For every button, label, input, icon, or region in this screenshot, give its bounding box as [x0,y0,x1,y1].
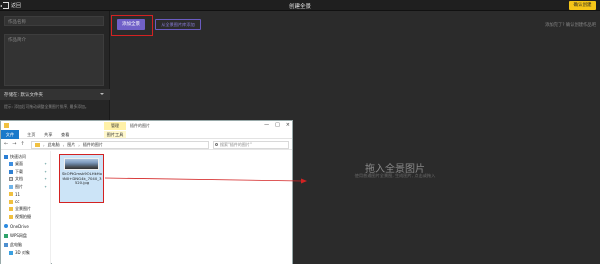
tab-home[interactable]: 主页 [27,132,35,138]
nav-item-label: WPS网盘 [10,232,27,238]
image-thumbnail [64,158,99,170]
download-icon [9,169,13,174]
nav-item[interactable]: cc [1,198,50,206]
maximize-icon[interactable]: □ [275,122,280,128]
nav-item-label: 3D 对象 [15,249,30,255]
forward-arrow-icon[interactable]: → [12,141,16,147]
document-icon [9,177,13,182]
folder-icon [9,199,13,204]
cube-icon [9,250,13,255]
nav-item-label: 文档 [15,176,23,182]
nav-item-label: 图片 [15,183,23,189]
nav-item-label: 此电脑 [10,242,22,248]
nav-item[interactable]: 文档 ✦ [1,176,50,184]
drag-arrow-head [301,178,307,184]
nav-item[interactable]: 快速访问 [1,153,50,161]
chevron-right-icon: › [78,142,80,148]
dropzone-subtitle: 使用普通图片全景图, 生成图片, 点击或拖入 [354,173,436,178]
search-input[interactable]: 搜索"插件的图片" [213,141,289,149]
settings-panel: 作品名称 作品简介 存储在: 默认文件夹 提示: 添加后可拖动调整全景图片排序,… [0,11,110,120]
nav-item-label: OneDrive [10,223,29,229]
computer-icon [4,243,8,248]
folder-icon [9,207,13,212]
confirm-create-button[interactable]: 确认创建 [569,1,596,10]
picture-icon [9,184,13,189]
close-icon[interactable]: × [286,122,290,128]
cloud-icon [4,224,8,229]
explorer-folder-name: 插件的图片 [130,123,150,128]
chevron-down-icon [100,93,104,95]
pin-icon: ✦ [44,169,47,174]
manage-tab[interactable]: 管理 [104,122,126,130]
back-arrow-icon[interactable]: ← [4,141,8,147]
folder-select-label: 存储在: 默认文件夹 [4,93,43,98]
file-list: SkOPtGmsk9OLHkHotN0+DNG4k_7040_3520.jpg [52,151,292,264]
address-path[interactable]: › 此电脑 › 图片 › 插件的图片 [31,141,209,149]
nav-item[interactable]: 图片 ✦ [1,183,50,191]
tab-share[interactable]: 共享 [44,132,52,138]
nav-item[interactable]: 桌面 ✦ [1,161,50,169]
breadcrumb-folder[interactable]: 插件的图片 [83,142,103,148]
work-intro-textarea[interactable]: 作品简介 [4,34,104,86]
add-from-library-button[interactable]: 从全景图片库添加 [155,19,201,30]
folder-select[interactable]: 存储在: 默认文件夹 [0,89,110,100]
nav-item-label: 快速访问 [10,153,26,159]
navigation-pane: 快速访问桌面 ✦ 下载 ✦ 文档 ✦ 图片 ✦ 11 cc 全景图片 视频拍摄 OneDrive WPS网… [1,151,51,264]
file-explorer-window: 管理 插件的图片 — □ × 文件 主页 共享 查看 图片工具 ← → ↑ › … [0,120,293,264]
window-controls: — □ × [264,122,290,128]
app-top-bar: 返回 创建全景 确认创建 [0,0,600,11]
nav-item[interactable]: 11 [1,191,50,199]
nav-item[interactable]: 全景图片 [1,206,50,214]
nav-item[interactable]: 视频拍摄 [1,213,50,221]
star-icon [4,154,8,159]
nav-item[interactable]: 此电脑 [1,242,50,250]
search-icon [215,143,218,146]
folder-icon [9,214,13,219]
breadcrumb-this-pc[interactable]: 此电脑 [48,142,60,148]
tab-picture-tools[interactable]: 图片工具 [104,131,126,138]
pin-icon: ✦ [44,162,47,167]
nav-item-label: 桌面 [15,161,23,167]
explorer-title-bar: 管理 插件的图片 — □ × [1,121,292,130]
chevron-right-icon: › [43,142,45,148]
file-item[interactable]: SkOPtGmsk9OLHkHotN0+DNG4k_7040_3520.jpg [59,154,104,203]
tab-file[interactable]: 文件 [1,130,19,139]
nav-item[interactable]: 下载 ✦ [1,168,50,176]
panel-hint: 提示: 添加后可拖动调整全景图片排序, 最多添加。 [4,104,89,109]
nav-item-label: 11 [15,191,21,197]
up-arrow-icon[interactable]: ↑ [20,141,24,147]
pin-icon: ✦ [44,177,47,182]
nav-arrows: ← → ↑ [4,141,25,147]
pin-icon: ✦ [44,184,47,189]
minimize-icon[interactable]: — [264,122,269,128]
work-name-input[interactable]: 作品名称 [4,16,104,26]
page-title: 创建全景 [288,4,311,10]
ribbon-tabs: 文件 主页 共享 查看 图片工具 [1,130,292,139]
nav-item-label: 下载 [15,168,23,174]
nav-item-label: 全景图片 [15,206,31,212]
wps-icon [4,233,8,238]
file-name: SkOPtGmsk9OLHkHotN0+DNG4k_7040_3520.jpg [62,171,102,186]
folder-icon [9,192,13,197]
address-bar-row: ← → ↑ › 此电脑 › 图片 › 插件的图片 搜索"插件的图片" [1,140,292,150]
breadcrumb-pictures[interactable]: 图片 [67,142,75,148]
nav-item-label: cc [15,199,20,205]
chevron-right-icon: › [62,142,65,148]
confirm-hint: 添加完了? 确认创建作品吧 [545,23,596,28]
tab-view[interactable]: 查看 [61,132,69,138]
add-panorama-button[interactable]: 添加全景 [117,19,145,30]
nav-item[interactable]: 3D 对象 [1,249,50,257]
nav-item[interactable]: WPS网盘 [1,232,50,240]
search-placeholder: 搜索"插件的图片" [220,142,252,147]
desktop-icon [9,162,13,167]
folder-icon [4,123,9,128]
folder-icon [35,143,40,147]
nav-item[interactable]: OneDrive [1,223,50,231]
nav-item-label: 视频拍摄 [15,213,31,219]
